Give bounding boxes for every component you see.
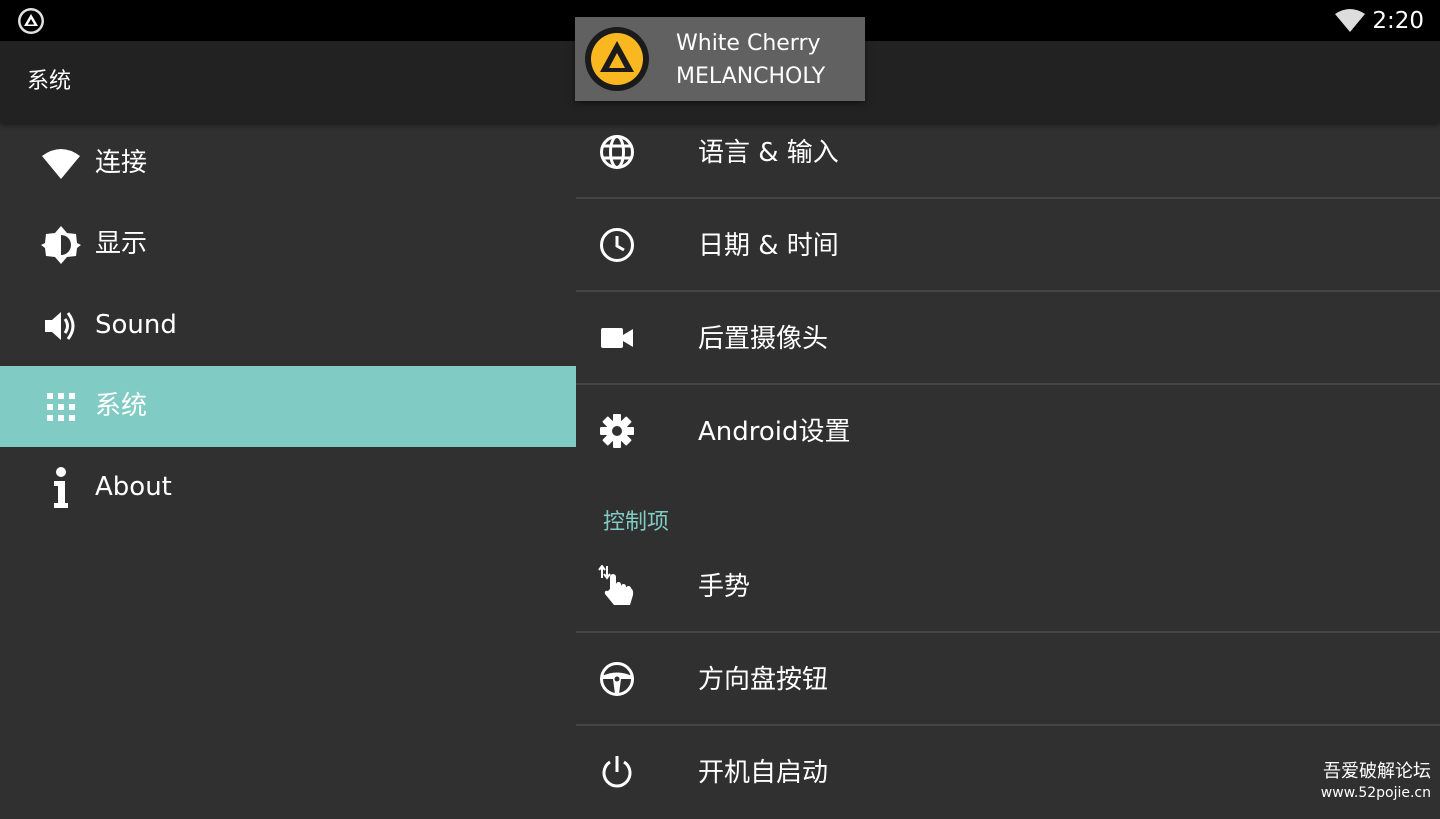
setting-label: 语言 & 输入 <box>698 138 839 168</box>
gear-icon <box>594 408 640 454</box>
sidebar-item-sound[interactable]: Sound <box>0 285 576 366</box>
section-header-controls: 控制项 <box>603 510 670 535</box>
setting-label: 开机自启动 <box>698 758 829 788</box>
page-title: 系统 <box>27 69 72 94</box>
power-icon <box>594 749 640 795</box>
setting-autostart[interactable]: 开机自启动 <box>576 726 1440 819</box>
watermark-url: www.52pojie.cn <box>1320 785 1431 801</box>
camera-icon <box>594 315 640 361</box>
aimp-logo-icon <box>18 8 44 34</box>
apps-grid-icon <box>40 386 82 428</box>
track-artist: MELANCHOLY <box>676 64 826 89</box>
sidebar-item-label: About <box>95 472 172 502</box>
info-icon <box>40 467 82 509</box>
track-title: White Cherry <box>676 31 821 56</box>
sidebar: 连接 显示 Sound 系统 About <box>0 123 576 810</box>
setting-label: 日期 & 时间 <box>698 231 839 261</box>
settings-list: 语言 & 输入 日期 & 时间 后置摄像头 Android设置 控制项 手势 方… <box>576 123 1440 810</box>
steering-wheel-icon <box>594 656 640 702</box>
setting-label: 手势 <box>698 572 751 602</box>
aimp-logo-icon <box>585 27 649 91</box>
setting-date-time[interactable]: 日期 & 时间 <box>576 199 1440 292</box>
sidebar-item-connection[interactable]: 连接 <box>0 123 576 204</box>
setting-label: 方向盘按钮 <box>698 665 829 695</box>
brightness-icon <box>40 224 82 266</box>
sidebar-item-label: 系统 <box>95 391 148 421</box>
clock-icon <box>594 222 640 268</box>
setting-label: 后置摄像头 <box>698 324 829 354</box>
sidebar-item-label: 连接 <box>95 148 148 178</box>
sidebar-item-about[interactable]: About <box>0 447 576 528</box>
setting-gestures[interactable]: 手势 <box>576 540 1440 633</box>
sidebar-item-label: Sound <box>95 310 177 340</box>
sidebar-item-label: 显示 <box>95 229 148 259</box>
setting-label: Android设置 <box>698 417 851 447</box>
status-clock: 2:20 <box>1372 8 1424 34</box>
setting-steering-wheel-buttons[interactable]: 方向盘按钮 <box>576 633 1440 726</box>
sidebar-item-display[interactable]: 显示 <box>0 204 576 285</box>
setting-android-settings[interactable]: Android设置 <box>576 385 1440 478</box>
wifi-icon <box>1335 9 1365 32</box>
watermark-title: 吾爱破解论坛 <box>1323 761 1431 782</box>
gesture-hand-icon <box>594 563 640 609</box>
globe-icon <box>594 129 640 175</box>
now-playing-toast[interactable]: White Cherry MELANCHOLY <box>575 17 865 101</box>
sidebar-item-system[interactable]: 系统 <box>0 366 576 447</box>
wifi-icon <box>40 143 82 185</box>
volume-icon <box>40 305 82 347</box>
setting-rear-camera[interactable]: 后置摄像头 <box>576 292 1440 385</box>
